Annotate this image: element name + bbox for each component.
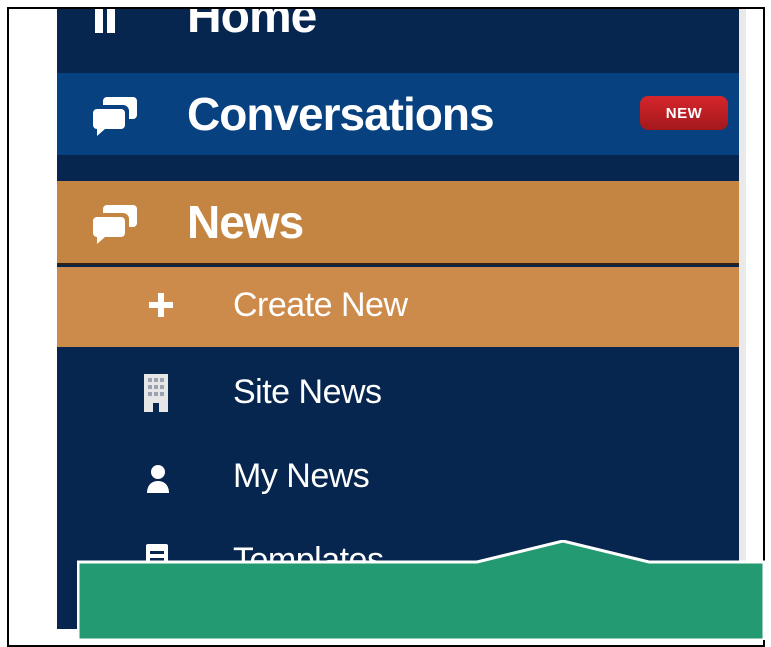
sidebar-item-my-news[interactable]: My News: [57, 435, 739, 519]
sidebar-item-label: Create New: [233, 286, 408, 324]
sidebar-item-conversations[interactable]: Conversations NEW: [57, 73, 739, 155]
sidebar-item-home[interactable]: Home: [57, 9, 739, 73]
sidebar-item-label: News: [187, 196, 304, 248]
scroll-track: [739, 9, 746, 629]
home-icon: [91, 9, 127, 33]
sidebar-item-news[interactable]: News: [57, 181, 739, 265]
user-icon: [145, 463, 171, 493]
sidebar-item-label: Site News: [233, 373, 382, 411]
building-icon: [143, 373, 169, 413]
chat-bubbles-icon: [91, 93, 139, 137]
chat-bubbles-icon: [91, 201, 139, 245]
sidebar-item-site-news[interactable]: Site News: [57, 351, 739, 435]
sidebar-item-label: My News: [233, 457, 370, 495]
plus-icon: [143, 287, 179, 323]
new-badge: NEW: [640, 96, 728, 130]
sidebar-nav: Home Conversations NEW News Create New S…: [57, 9, 739, 629]
tooltip-callout: [77, 540, 765, 640]
sidebar-item-label: Conversations: [187, 88, 495, 140]
sidebar-item-label: Home: [187, 9, 317, 43]
sidebar-item-create-new[interactable]: Create New: [57, 267, 739, 347]
